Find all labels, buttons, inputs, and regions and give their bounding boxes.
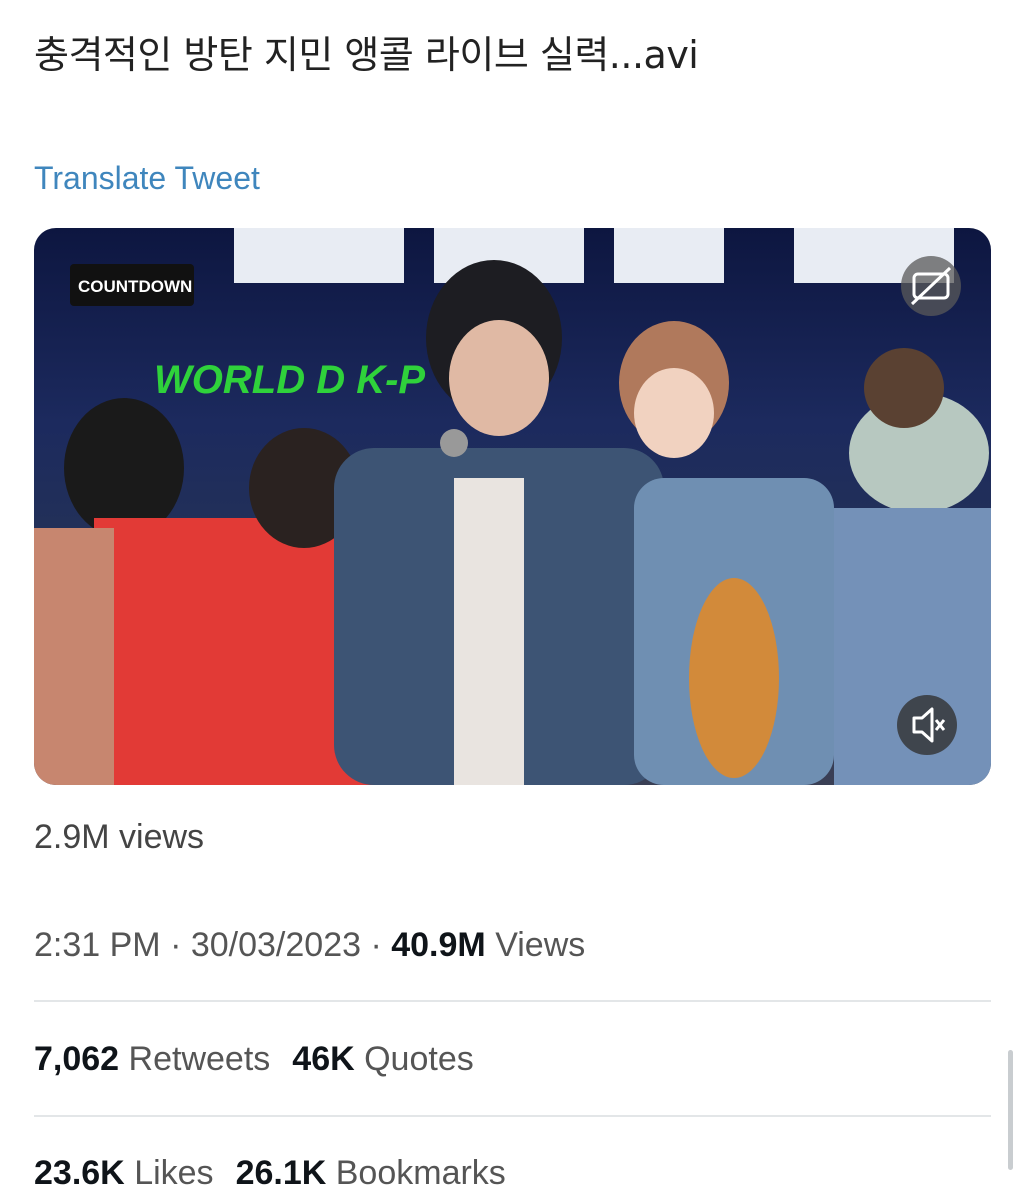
meta-separator: · <box>160 926 191 964</box>
retweets-stat[interactable]: 7,062 Retweets <box>34 1040 270 1078</box>
bookmarks-label: Bookmarks <box>335 1154 506 1192</box>
muted-speaker-icon[interactable] <box>897 695 957 755</box>
views-label: Views <box>495 926 586 964</box>
quotes-label: Quotes <box>364 1040 474 1078</box>
video-player[interactable]: WORLD D K-P COUNTDOWN <box>34 228 991 785</box>
video-frame: WORLD D K-P COUNTDOWN <box>34 228 991 785</box>
closed-captions-icon[interactable] <box>901 256 961 316</box>
meta-separator: · <box>361 926 392 964</box>
divider <box>34 1115 991 1117</box>
divider <box>34 1000 991 1002</box>
stage-banner-text: WORLD D K-P <box>154 358 425 402</box>
retweets-label: Retweets <box>128 1040 271 1078</box>
logo-text: COUNTDOWN <box>78 277 192 296</box>
mcountdown-logo: COUNTDOWN <box>70 264 194 306</box>
likes-stat[interactable]: 23.6K Likes <box>34 1154 214 1192</box>
quotes-stat[interactable]: 46K Quotes <box>292 1040 473 1078</box>
bookmarks-stat[interactable]: 26.1K Bookmarks <box>236 1154 506 1192</box>
likes-count: 23.6K <box>34 1154 125 1192</box>
tweet-meta: 2:31 PM · 30/03/2023 · 40.9M Views <box>34 924 585 966</box>
views-count: 40.9M <box>391 926 486 964</box>
engagement-row-2: 23.6K Likes 26.1K Bookmarks <box>34 1152 506 1194</box>
likes-label: Likes <box>134 1154 214 1192</box>
engagement-row-1: 7,062 Retweets 46K Quotes <box>34 1038 474 1080</box>
tweet-text: 충격적인 방탄 지민 앵콜 라이브 실력...avi <box>34 33 699 77</box>
scrollbar[interactable] <box>1008 1050 1013 1170</box>
retweets-count: 7,062 <box>34 1040 120 1078</box>
bookmarks-count: 26.1K <box>235 1154 327 1192</box>
tweet-date[interactable]: 30/03/2023 <box>191 926 361 964</box>
video-views: 2.9M views <box>34 818 205 856</box>
translate-tweet-link[interactable]: Translate Tweet <box>34 158 260 198</box>
tweet-time[interactable]: 2:31 PM <box>34 926 161 964</box>
quotes-count: 46K <box>292 1040 355 1078</box>
